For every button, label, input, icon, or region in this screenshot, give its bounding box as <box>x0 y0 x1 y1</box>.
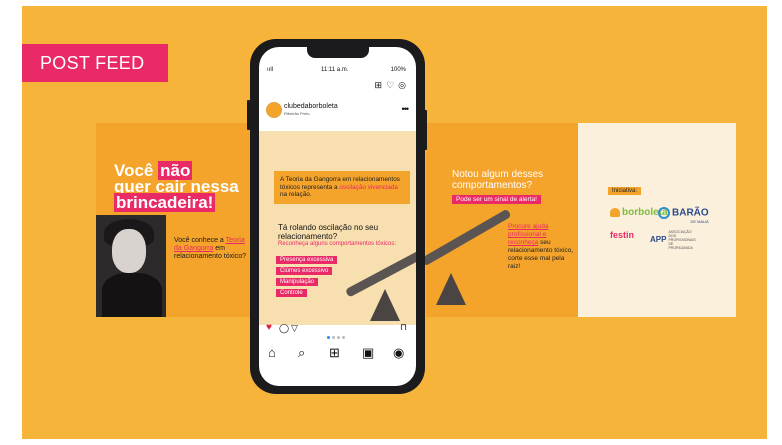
pager-dot <box>332 336 335 339</box>
messenger-icon[interactable]: ◎ <box>398 80 406 90</box>
carousel-pager <box>327 326 347 344</box>
app-logo-text: APP <box>650 235 667 245</box>
phone-screen: ııll 11:11 a.m. 100% ⊞ ♡ ◎ clubedaborbolet… <box>259 47 416 386</box>
post-location[interactable]: Ribeirão Preto <box>284 111 310 116</box>
more-options-icon[interactable]: ••• <box>402 104 410 114</box>
home-icon[interactable]: ⌂ <box>268 345 276 360</box>
slide2-question: Tá rolando oscilação no seu relacionamen… <box>278 223 379 241</box>
barao-logo: BARÃO DE MAUÁ <box>658 207 709 224</box>
avatar[interactable] <box>266 102 282 118</box>
signal-indicator: ııll <box>267 67 273 73</box>
carousel-slide-4: Iniciativa: borboleta BARÃO DE MAUÁ festi… <box>578 123 736 317</box>
ring-icon <box>658 207 670 219</box>
festin-logo: festin <box>610 230 635 240</box>
comment-icon[interactable]: ◯ <box>279 323 289 334</box>
slide3-seesaw-base <box>436 273 466 305</box>
top-icons: ⊞ ♡ ◎ <box>371 80 406 91</box>
slide2-seesaw-base <box>370 289 400 321</box>
slide1-small-pre: Você conhece a <box>174 237 224 244</box>
add-icon[interactable]: ⊞ <box>329 345 340 361</box>
plus-square-icon[interactable]: ⊞ <box>375 80 383 90</box>
stage: POST FEED Você não quer cair nessa brinc… <box>0 0 782 445</box>
pager-dot <box>337 336 340 339</box>
profile-icon[interactable]: ◉ <box>393 345 404 361</box>
phone-notch <box>307 47 369 58</box>
slide2-callout-em: oscilação vivenciada <box>339 183 398 191</box>
photo-face <box>112 229 146 273</box>
reels-icon[interactable]: ▣ <box>362 345 374 361</box>
search-icon[interactable]: ⌕ <box>298 345 305 361</box>
barao-logo-text: BARÃO <box>672 207 709 219</box>
phone-mockup: ııll 11:11 a.m. 100% ⊞ ♡ ◎ clubedaborbolet… <box>250 39 425 394</box>
carousel-slide-3: Notou algum desses comportamentos? Pode … <box>420 123 578 317</box>
butterfly-icon <box>610 207 620 217</box>
account-name[interactable]: clubedaborboleta <box>284 103 338 110</box>
app-logo: APPASSOCIAÇÃO DOS PROFISSIONAIS DE PROPA… <box>650 230 698 250</box>
like-heart-icon[interactable]: ♥ <box>266 322 272 333</box>
pager-dot <box>342 336 345 339</box>
tag-item: Controle <box>276 289 307 297</box>
post-feed-badge: POST FEED <box>22 44 168 82</box>
tag-item: Presença excessiva <box>276 256 338 264</box>
slide1-question: Você conhece a Teoria da Gangorra em rel… <box>174 237 251 261</box>
app-logo-sub: ASSOCIAÇÃO DOS PROFISSIONAIS DE PROPAGAN… <box>668 230 696 250</box>
woman-photo <box>96 215 166 317</box>
slide1-headline: Você não quer cair nessa brincadeira! <box>114 161 251 212</box>
slide2-tags: Presença excessiva Ciúmes excessivo Mani… <box>276 256 338 300</box>
barao-logo-sub: DE MAUÁ <box>690 219 709 224</box>
slide2-callout-post: na relação. <box>280 191 312 198</box>
share-icon[interactable]: ▽ <box>291 323 298 334</box>
carousel-slide-1: Você não quer cair nessa brincadeira! Vo… <box>96 123 251 317</box>
slide4-label: Iniciativa: <box>608 187 642 195</box>
slide3-seesaw-bar <box>420 208 512 267</box>
slide1-line3: brincadeira! <box>114 193 216 212</box>
slide3-alert: Pode ser um sinal de alerta! <box>452 195 541 204</box>
tag-item: Ciúmes excessivo <box>276 267 333 275</box>
battery-indicator: 100% <box>390 67 406 73</box>
pager-dot <box>327 336 330 339</box>
status-time: 11:11 a.m. <box>321 67 349 73</box>
heart-icon[interactable]: ♡ <box>386 80 394 90</box>
bookmark-icon[interactable]: ⊓ <box>400 322 407 333</box>
tag-item: Manipulação <box>276 278 319 286</box>
photo-body <box>102 273 162 317</box>
slide2-callout: A Teoria da Gangorra em relacionamentos … <box>274 171 410 204</box>
slide3-body: Procure ajuda profissional e reconheça s… <box>508 223 574 271</box>
slide3-title: Notou algum desses comportamentos? <box>452 169 544 191</box>
carousel-slide-2[interactable]: A Teoria da Gangorra em relacionamentos … <box>259 131 416 325</box>
slide2-subtitle: Reconheça alguns comportamentos tóxicos: <box>278 241 397 247</box>
